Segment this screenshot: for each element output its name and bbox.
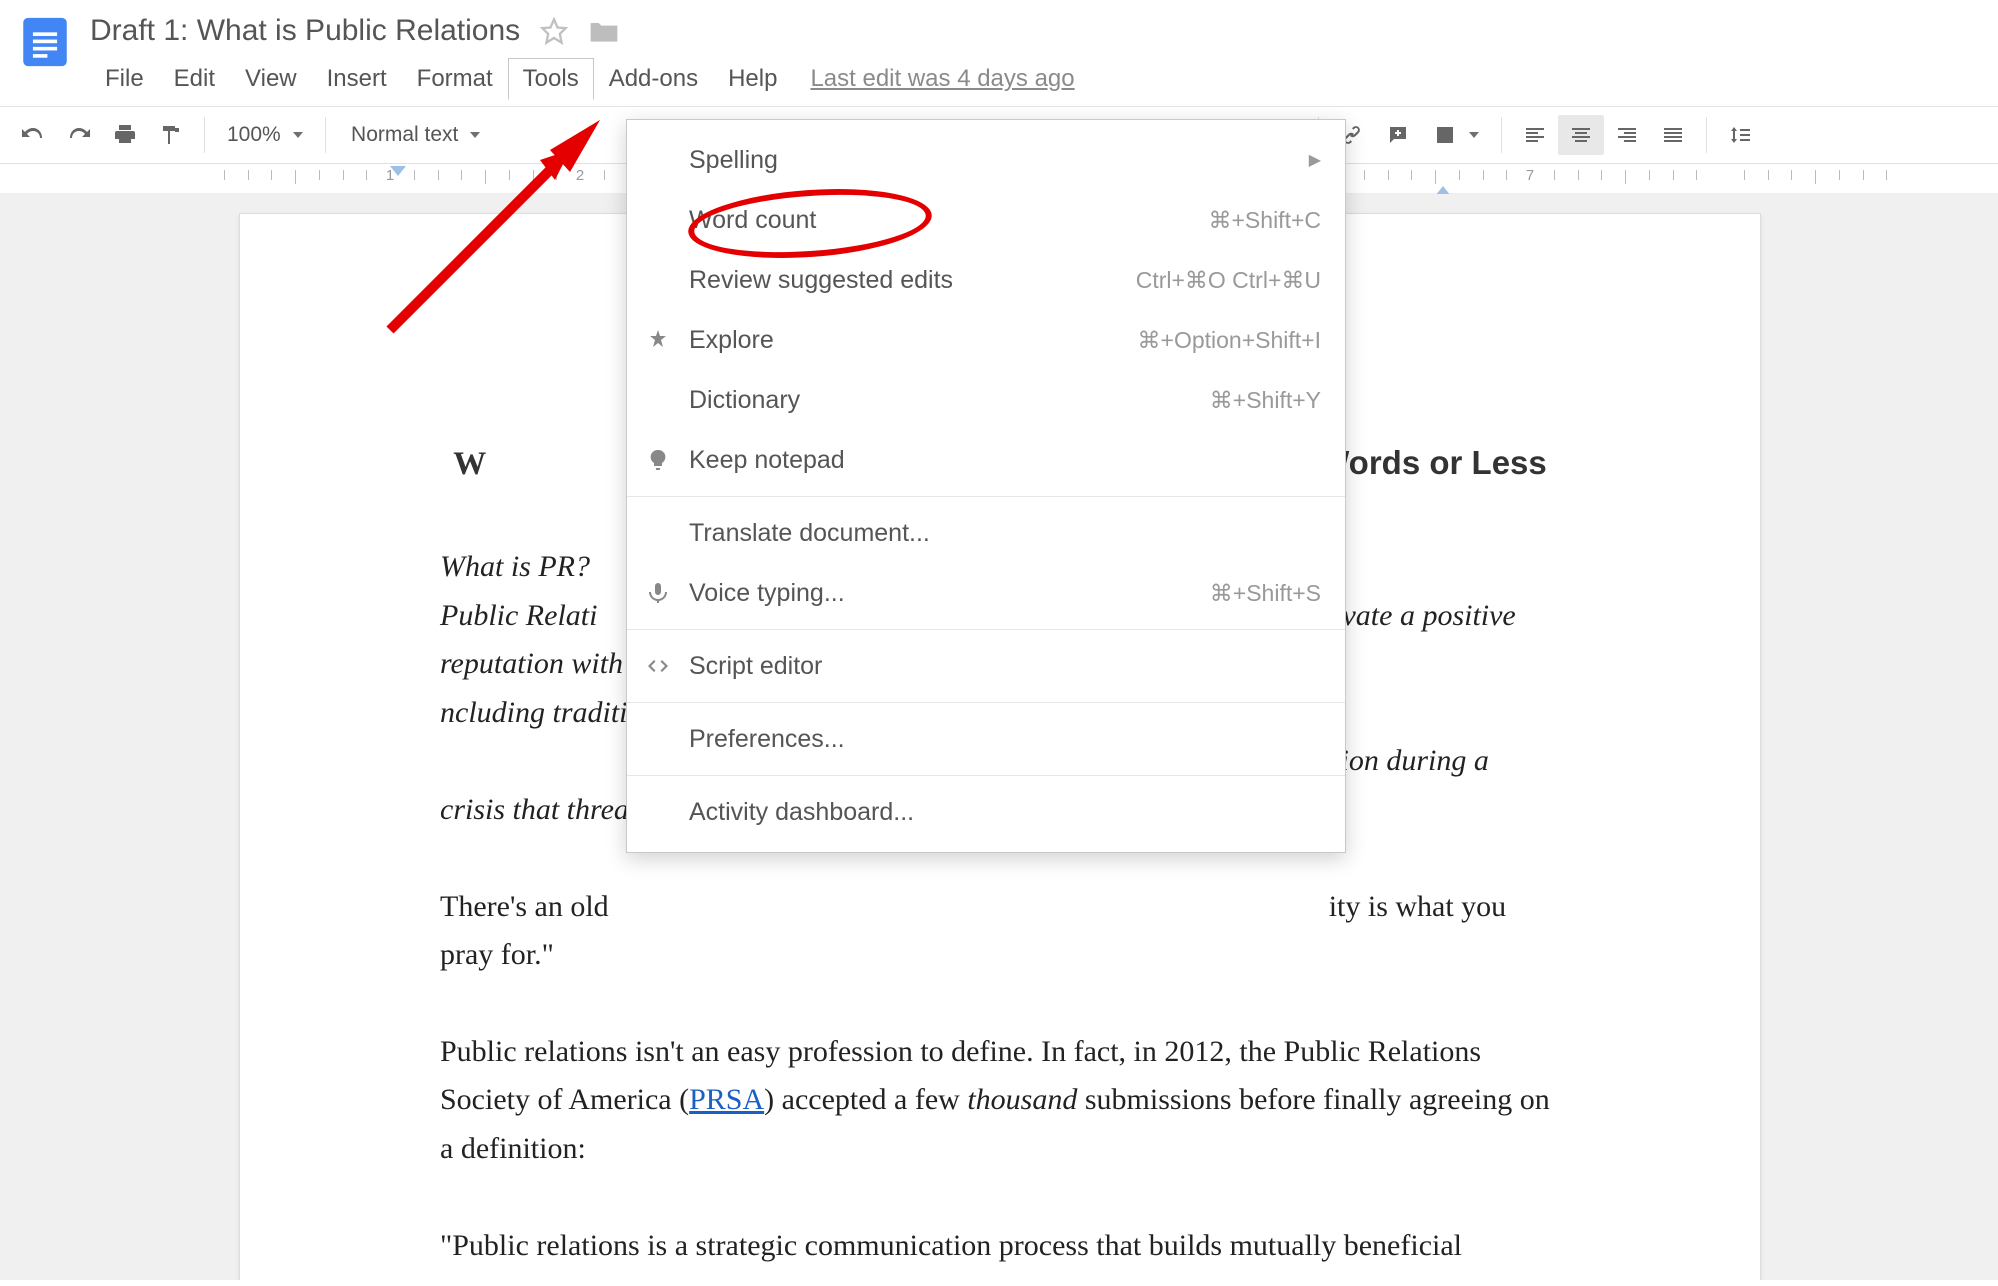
menu-item-label: Preferences... [689, 725, 1321, 754]
prsa-link[interactable]: PRSA [689, 1083, 764, 1116]
tools-menu-item[interactable]: Voice typing... ⌘+Shift+S [627, 563, 1345, 623]
menu-separator [627, 629, 1345, 630]
tools-menu-item[interactable]: Dictionary ⌘+Shift+Y [627, 370, 1345, 430]
menu-item-label: Script editor [689, 652, 1321, 681]
menu-file[interactable]: File [90, 58, 159, 100]
zoom-select[interactable]: 100% [215, 115, 315, 155]
tools-menu-item[interactable]: Spelling ▶ [627, 130, 1345, 190]
menu-help[interactable]: Help [713, 58, 792, 100]
menu-item-shortcut: ⌘+Shift+Y [1210, 387, 1321, 414]
tools-menu-item[interactable]: Translate document... [627, 503, 1345, 563]
folder-icon[interactable] [588, 17, 620, 45]
last-edit-link[interactable]: Last edit was 4 days ago [810, 65, 1074, 93]
print-button[interactable] [102, 115, 148, 155]
menu-item-shortcut: Ctrl+⌘O Ctrl+⌘U [1136, 267, 1321, 294]
menu-item-label: Activity dashboard... [689, 798, 1321, 827]
submenu-arrow-icon: ▶ [1309, 150, 1321, 170]
menu-item-label: Translate document... [689, 519, 1321, 548]
menu-item-label: Keep notepad [689, 446, 1321, 475]
menu-bar: File Edit View Insert Format Tools Add-o… [90, 58, 1988, 100]
insert-image-button[interactable] [1421, 115, 1491, 155]
code-icon [643, 654, 673, 678]
tools-menu-item[interactable]: Explore ⌘+Option+Shift+I [627, 310, 1345, 370]
menu-item-label: Explore [689, 326, 1122, 355]
menu-separator [627, 496, 1345, 497]
paragraph-4: "Public relations is a strategic communi… [440, 1222, 1560, 1280]
zoom-value: 100% [227, 123, 281, 147]
align-justify-button[interactable] [1650, 115, 1696, 155]
menu-item-label: Voice typing... [689, 579, 1194, 608]
align-center-button[interactable] [1558, 115, 1604, 155]
menu-item-label: Word count [689, 206, 1193, 235]
redo-button[interactable] [56, 115, 102, 155]
menu-separator [627, 775, 1345, 776]
document-title[interactable]: Draft 1: What is Public Relations [90, 14, 520, 48]
tools-menu-item[interactable]: Word count ⌘+Shift+C [627, 190, 1345, 250]
menu-item-label: Spelling [689, 146, 1293, 175]
add-comment-button[interactable] [1375, 115, 1421, 155]
tools-menu-item[interactable]: Activity dashboard... [627, 782, 1345, 842]
menu-edit[interactable]: Edit [159, 58, 230, 100]
tools-menu-item[interactable]: Preferences... [627, 709, 1345, 769]
explore-icon [643, 328, 673, 352]
mic-icon [643, 581, 673, 605]
menu-item-label: Review suggested edits [689, 266, 1120, 295]
menu-item-shortcut: ⌘+Shift+S [1210, 580, 1321, 607]
paint-format-button[interactable] [148, 115, 194, 155]
menu-item-shortcut: ⌘+Shift+C [1209, 207, 1322, 234]
undo-button[interactable] [10, 115, 56, 155]
app-header: Draft 1: What is Public Relations File E… [0, 0, 1998, 100]
docs-icon[interactable] [16, 13, 74, 71]
align-right-button[interactable] [1604, 115, 1650, 155]
bulb-icon [643, 448, 673, 472]
menu-format[interactable]: Format [402, 58, 508, 100]
menu-separator [627, 702, 1345, 703]
tools-menu-item[interactable]: Keep notepad [627, 430, 1345, 490]
tools-menu-item[interactable]: Script editor [627, 636, 1345, 696]
style-value: Normal text [351, 123, 458, 147]
line-spacing-button[interactable] [1717, 115, 1763, 155]
tools-menu-item[interactable]: Review suggested edits Ctrl+⌘O Ctrl+⌘U [627, 250, 1345, 310]
paragraph-3: Public relations isn't an easy professio… [440, 1028, 1560, 1174]
menu-view[interactable]: View [230, 58, 312, 100]
style-select[interactable]: Normal text [336, 115, 496, 155]
menu-tools[interactable]: Tools [508, 58, 594, 100]
star-icon[interactable] [540, 17, 568, 45]
paragraph-2: There's an oldity is what you pray for." [440, 883, 1560, 980]
menu-item-shortcut: ⌘+Option+Shift+I [1138, 327, 1321, 354]
tools-dropdown: Spelling ▶ Word count ⌘+Shift+C Review sugge… [626, 119, 1346, 853]
align-left-button[interactable] [1512, 115, 1558, 155]
menu-addons[interactable]: Add-ons [594, 58, 713, 100]
menu-insert[interactable]: Insert [312, 58, 402, 100]
menu-item-label: Dictionary [689, 386, 1194, 415]
